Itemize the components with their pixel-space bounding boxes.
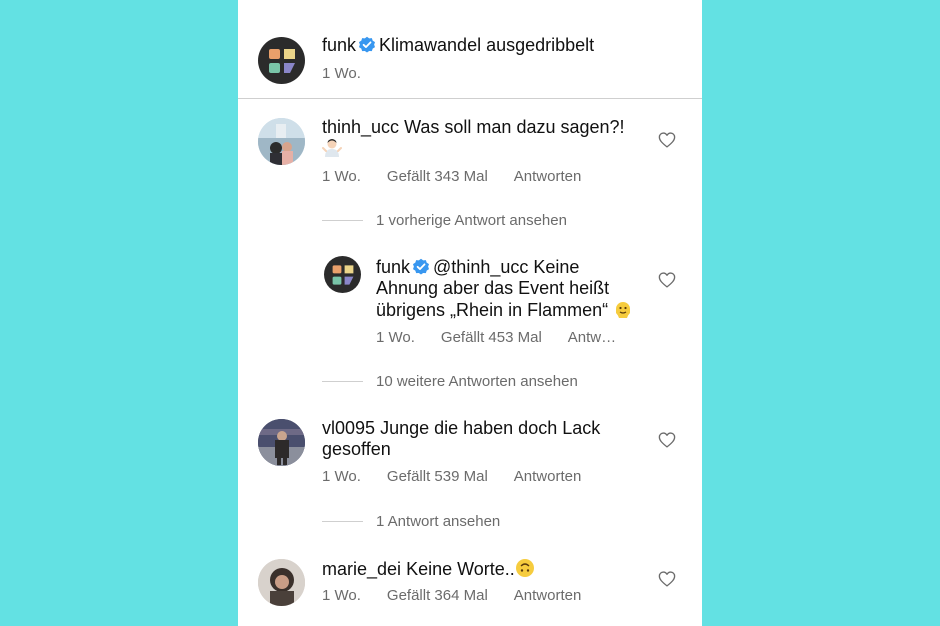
reply-body-line-2: Ahnung aber das Event heißt [376,278,610,298]
view-reply-link[interactable]: 1 Antwort ansehen [376,513,500,530]
profile-photo-icon [258,559,305,606]
comment-2-body-line-1: Junge die haben doch Lack [380,418,601,438]
verified-badge-icon [413,258,430,275]
marie-dei-avatar[interactable] [258,559,305,606]
thinh-ucc-avatar[interactable] [258,118,305,165]
funk-logo-icon [268,48,295,73]
reply-reply-button[interactable]: Antw… [568,329,616,346]
reply-body-line-1: Keine [533,257,580,277]
comments-panel: funk Klimawandel ausgedribbelt 1 Wo. thin… [238,0,702,626]
comment-1-like-heart-icon[interactable] [658,132,676,148]
comment-2-reply-button[interactable]: Antworten [514,468,582,485]
reply-body-line-3: übrigens „Rhein in Flammen“ [376,300,609,320]
vl0095-avatar[interactable] [258,419,305,466]
comment-2-text: vl0095 Junge die haben doch Lack gesoffe… [322,418,652,460]
post-caption-text: Klimawandel ausgedribbelt [379,35,595,55]
melting-face-emoji-icon [616,302,631,318]
comment-3-age: 1 Wo. [322,587,361,604]
comment-1-text: thinh_ucc Was soll man dazu sagen?! [322,117,632,160]
reply-like-heart-icon[interactable] [658,272,676,288]
funk-avatar[interactable] [258,37,305,84]
comment-3-meta: 1 Wo. Gefällt 364 Mal Antworten [322,587,607,604]
view-replies-line-3 [322,521,363,522]
comment-3-text: marie_dei Keine Worte.. [322,558,652,580]
comment-2-like-heart-icon[interactable] [658,432,676,448]
reply-text: funk @thinh_ucc Keine Ahnung aber das Eve… [376,257,646,321]
comment-1-username[interactable]: thinh_ucc [322,117,399,137]
view-replies-line-2 [322,381,363,382]
comment-3-like-heart-icon[interactable] [658,571,676,587]
funk-reply-avatar[interactable] [324,256,361,293]
profile-photo-icon [258,118,305,165]
view-previous-replies-link[interactable]: 1 vorherige Antwort ansehen [376,212,567,229]
view-more-replies-link[interactable]: 10 weitere Antworten ansehen [376,373,578,390]
comment-2-body-line-2: gesoffen [322,439,391,459]
person-shrugging-emoji-icon [322,139,342,157]
comment-2-meta: 1 Wo. Gefällt 539 Mal Antworten [322,468,607,485]
reply-username[interactable]: funk [376,257,410,277]
comment-1-reply-button[interactable]: Antworten [514,168,582,185]
comment-2-username[interactable]: vl0095 [322,418,375,438]
reply-mention[interactable]: @thinh_ucc [433,257,528,277]
comment-1-body: Was soll man dazu sagen?! [404,117,625,137]
post-age: 1 Wo. [322,65,361,82]
post-caption: funk Klimawandel ausgedribbelt [322,35,682,56]
verified-badge-icon [359,36,376,53]
upside-down-face-emoji-icon [515,559,534,577]
header-divider [238,98,702,99]
comment-3-username[interactable]: marie_dei [322,559,401,579]
comment-1-likes[interactable]: Gefällt 343 Mal [387,168,488,185]
comment-1-age: 1 Wo. [322,168,361,185]
comment-3-likes[interactable]: Gefällt 364 Mal [387,587,488,604]
comment-3-reply-button[interactable]: Antworten [514,587,582,604]
reply-meta: 1 Wo. Gefällt 453 Mal Antw… [376,329,642,346]
reply-age: 1 Wo. [376,329,415,346]
comment-1-meta: 1 Wo. Gefällt 343 Mal Antworten [322,168,607,185]
profile-photo-icon [258,419,305,466]
view-replies-line-1 [322,220,363,221]
comment-2-age: 1 Wo. [322,468,361,485]
comment-3-body: Keine Worte.. [406,559,515,579]
funk-logo-icon [332,264,353,285]
reply-likes[interactable]: Gefällt 453 Mal [441,329,542,346]
comment-2-likes[interactable]: Gefällt 539 Mal [387,468,488,485]
post-username[interactable]: funk [322,35,356,55]
